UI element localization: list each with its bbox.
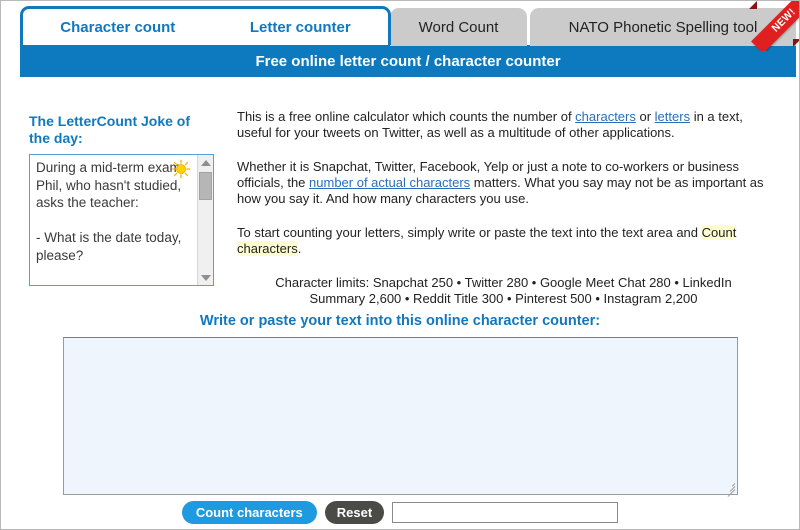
- tab-link-letter-counter[interactable]: Letter counter: [250, 19, 351, 36]
- link-characters[interactable]: characters: [575, 109, 636, 124]
- intro-paragraph-3: To start counting your letters, simply w…: [237, 225, 770, 257]
- link-number-of-actual-characters[interactable]: number of actual characters: [309, 175, 470, 190]
- action-button-row: Count characters Reset: [1, 501, 799, 524]
- intro-p1-part-b: or: [635, 109, 655, 124]
- intro-p3-part-c: .: [297, 241, 302, 256]
- page-title-bar: Free online letter count / character cou…: [20, 45, 796, 77]
- joke-scrollbar[interactable]: [197, 155, 213, 285]
- link-letters[interactable]: letters: [655, 109, 690, 124]
- intro-text-column: This is a free online calculator which c…: [237, 109, 770, 325]
- sun-icon: [171, 159, 191, 179]
- character-limits: Character limits: Snapchat 250 • Twitter…: [237, 275, 770, 307]
- joke-box[interactable]: During a mid-term exam, Phil, who hasn't…: [29, 154, 214, 286]
- page-root: Character count Letter counter Word Coun…: [0, 0, 800, 530]
- scroll-down-icon[interactable]: [198, 270, 213, 285]
- intro-p3-highlight-characters: characters: [237, 241, 298, 256]
- tab-nato-phonetic-spelling-tool-label: NATO Phonetic Spelling tool: [568, 18, 758, 36]
- intro-p1-part-a: This is a free online calculator which c…: [237, 109, 576, 124]
- reset-button[interactable]: Reset: [324, 501, 385, 524]
- joke-title: The LetterCount Joke of the day:: [29, 113, 191, 146]
- scrollbar-thumb[interactable]: [199, 172, 212, 200]
- main-textarea[interactable]: [63, 337, 738, 497]
- joke-column: The LetterCount Joke of the day: During …: [29, 113, 214, 286]
- intro-paragraph-1: This is a free online calculator which c…: [237, 109, 770, 141]
- character-limits-line-1: Character limits: Snapchat 250 • Twitter…: [275, 275, 732, 290]
- count-characters-button[interactable]: Count characters: [181, 501, 317, 524]
- tab-link-character-count[interactable]: Character count: [60, 19, 175, 36]
- tab-nato-phonetic-spelling-tool[interactable]: NATO Phonetic Spelling tool: [530, 8, 796, 46]
- intro-paragraph-2: Whether it is Snapchat, Twitter, Faceboo…: [237, 159, 770, 207]
- character-count-result-input[interactable]: [392, 502, 619, 523]
- textarea-heading: Write or paste your text into this onlin…: [199, 313, 601, 329]
- main-content: The LetterCount Joke of the day: During …: [1, 77, 799, 529]
- tab-bar: Character count Letter counter Word Coun…: [1, 1, 799, 51]
- textarea-wrapper: [63, 337, 738, 497]
- character-limits-line-2: Summary 2,600 • Reddit Title 300 • Pinte…: [309, 291, 698, 306]
- page-title: Free online letter count / character cou…: [255, 52, 561, 70]
- tab-word-count[interactable]: Word Count: [390, 8, 527, 46]
- tab-active-character-count[interactable]: Character count Letter counter: [20, 6, 391, 45]
- tab-word-count-label: Word Count: [418, 18, 499, 36]
- scroll-up-icon[interactable]: [198, 155, 213, 170]
- joke-text: During a mid-term exam, Phil, who hasn't…: [36, 160, 185, 285]
- resize-handle-icon[interactable]: [724, 481, 736, 497]
- intro-p3-part-a: To start counting your letters, simply w…: [237, 225, 702, 240]
- intro-p3-highlight-count: Count: [701, 225, 737, 240]
